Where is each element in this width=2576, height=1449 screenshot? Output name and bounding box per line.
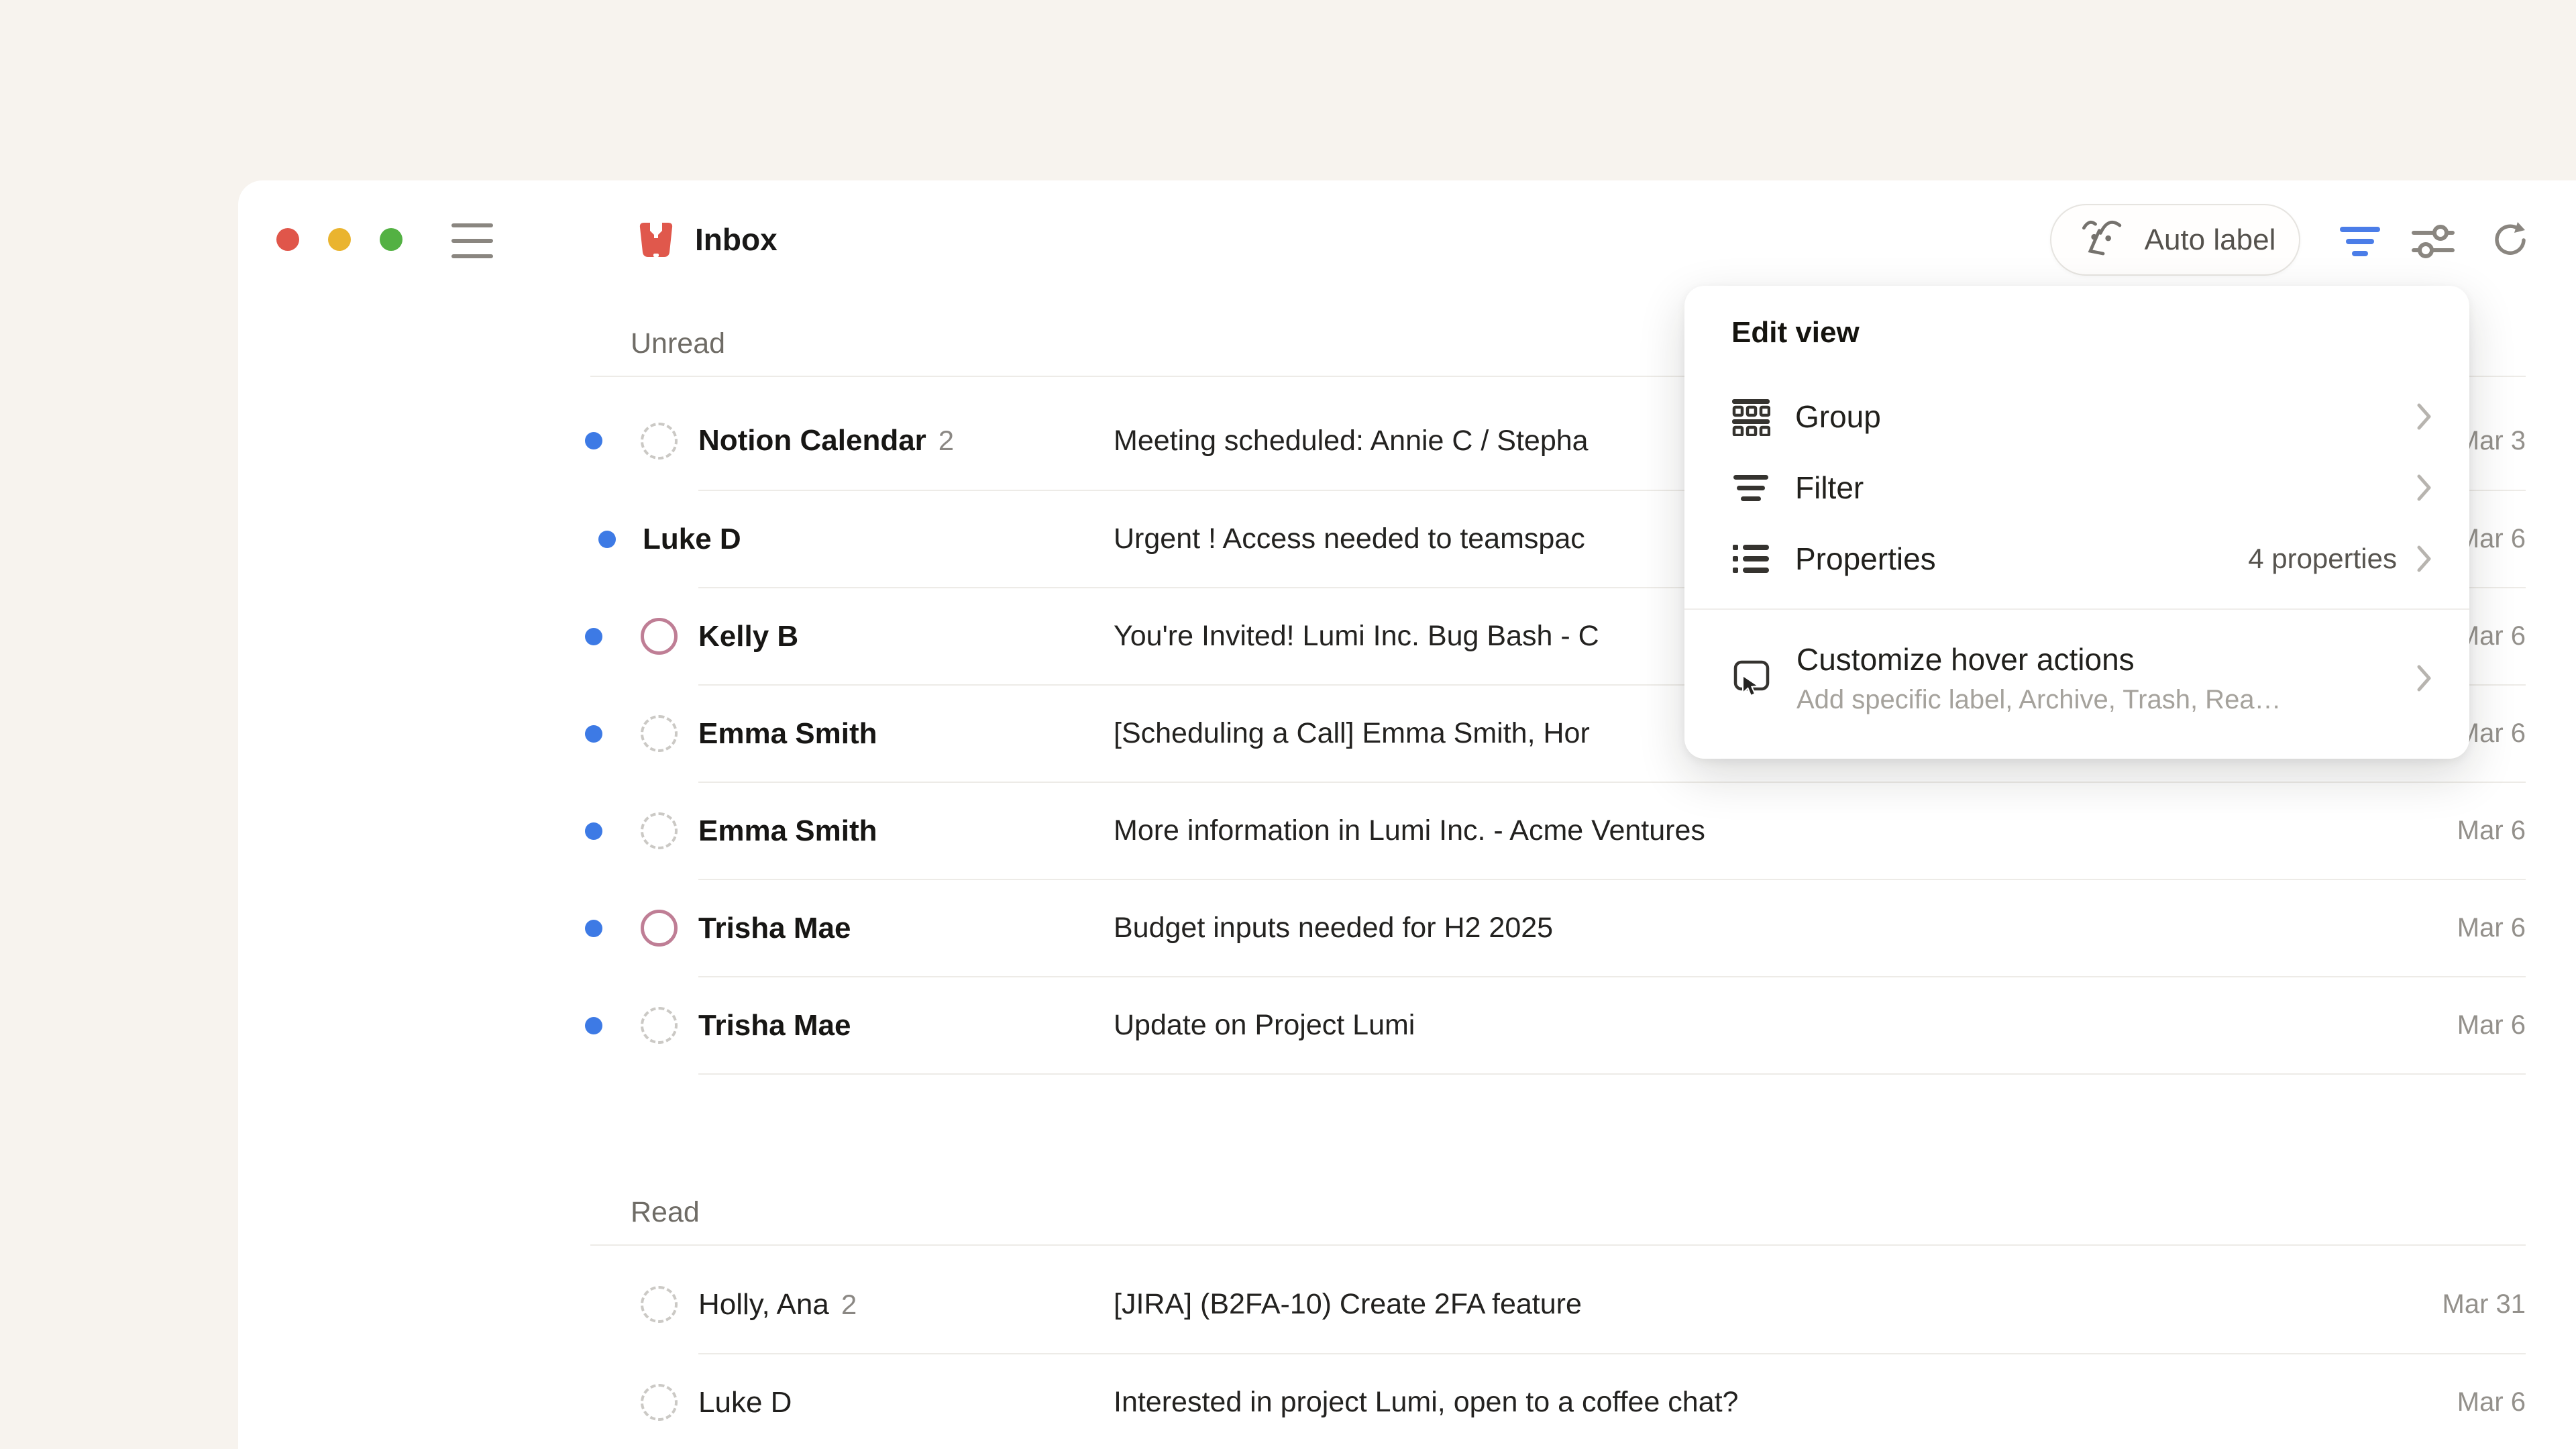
email-date: Mar 6 (2457, 913, 2526, 943)
row-divider (698, 1073, 2526, 1075)
properties-list-icon (1731, 539, 1770, 578)
avatar (641, 423, 678, 460)
inbox-icon (636, 219, 676, 260)
menu-item-label: Filter (1795, 470, 1864, 506)
avatar (641, 1007, 678, 1044)
auto-label-doodle-icon (2075, 211, 2133, 269)
tune-sliders-icon (2411, 223, 2455, 260)
menu-item-value: 4 properties (2248, 543, 2397, 575)
chevron-right-icon (2416, 402, 2433, 431)
chevron-right-icon (2416, 544, 2433, 574)
popover-title: Edit view (1731, 315, 2469, 350)
unread-dot-icon (574, 432, 614, 449)
unread-dot-icon (574, 725, 614, 743)
avatar (641, 812, 678, 849)
email-subject: [JIRA] (B2FA-10) Create 2FA feature (1114, 1288, 2416, 1321)
thread-count: 2 (938, 425, 954, 457)
menu-item-properties[interactable]: Properties 4 properties (1684, 523, 2469, 594)
minimize-window-button[interactable] (328, 228, 351, 251)
avatar (641, 1286, 678, 1323)
window-controls (276, 228, 402, 251)
email-row[interactable]: Trisha Mae Update on Project Lumi Mar 6 (238, 977, 2576, 1073)
sender-name: Notion Calendar (698, 424, 926, 458)
email-subject: Update on Project Lumi (1114, 1009, 2430, 1042)
menu-item-label: Properties (1795, 541, 1936, 577)
email-date: Mar 6 (2457, 1387, 2526, 1417)
sender-name: Holly, Ana (698, 1288, 829, 1322)
unread-dot-icon (574, 822, 614, 840)
screen: Unread Notion Calendar2 Meeting schedule… (0, 0, 2576, 1449)
sender-name: Luke D (698, 1386, 792, 1419)
avatar (641, 618, 678, 655)
inbox-header: Inbox (636, 219, 777, 260)
email-date: Mar 6 (2457, 816, 2526, 846)
filter-icon (1731, 468, 1770, 507)
sender-name: Trisha Mae (698, 912, 851, 945)
menu-item-subtitle: Add specific label, Archive, Trash, Rea… (1796, 684, 2282, 716)
email-row[interactable]: Luke D Interested in project Lumi, open … (238, 1354, 2576, 1449)
auto-label-button[interactable]: Auto label (2050, 204, 2300, 276)
menu-item-label: Customize hover actions (1796, 641, 2282, 678)
sender-name: Kelly B (698, 620, 798, 653)
section-label-read: Read (631, 1192, 2576, 1232)
cursor-box-icon (1731, 657, 1772, 700)
email-date: Mar 6 (2457, 1010, 2526, 1040)
group-icon (1731, 397, 1770, 436)
edit-view-popover: Edit view Group (1684, 286, 2469, 759)
unread-dot-icon (574, 1017, 614, 1034)
email-row[interactable]: Trisha Mae Budget inputs needed for H2 2… (238, 880, 2576, 976)
email-date: Mar 31 (2443, 1289, 2526, 1320)
avatar (641, 910, 678, 947)
avatar (641, 715, 678, 752)
avatar (641, 1384, 678, 1421)
menu-item-group[interactable]: Group (1684, 381, 2469, 452)
email-row[interactable]: Emma Smith More information in Lumi Inc.… (238, 783, 2576, 879)
chevron-right-icon (2416, 473, 2433, 502)
email-row[interactable]: Holly, Ana 2 [JIRA] (B2FA-10) Create 2FA … (238, 1246, 2576, 1353)
sender-name: Trisha Mae (698, 1009, 851, 1042)
email-subject: Interested in project Lumi, open to a co… (1114, 1386, 2430, 1419)
unread-dot-icon (587, 531, 627, 548)
unread-dot-icon (574, 628, 614, 645)
email-subject: More information in Lumi Inc. - Acme Ven… (1114, 814, 2430, 847)
auto-label-text: Auto label (2145, 223, 2276, 257)
thread-count: 2 (841, 1289, 857, 1321)
page-title: Inbox (695, 221, 777, 258)
filter-button[interactable] (2339, 227, 2381, 256)
menu-item-filter[interactable]: Filter (1684, 452, 2469, 523)
view-settings-button[interactable] (2411, 223, 2455, 264)
zoom-window-button[interactable] (380, 228, 402, 251)
sender-name: Emma Smith (698, 814, 877, 848)
email-subject: Budget inputs needed for H2 2025 (1114, 912, 2430, 945)
sender-name: Emma Smith (698, 717, 877, 751)
close-window-button[interactable] (276, 228, 299, 251)
menu-item-label: Group (1795, 398, 1881, 435)
sidebar-menu-button[interactable] (451, 223, 493, 258)
chevron-right-icon (2416, 663, 2433, 693)
sender-name: Luke D (643, 523, 741, 556)
refresh-button[interactable] (2490, 221, 2528, 262)
unread-dot-icon (574, 920, 614, 937)
menu-item-customize-hover-actions[interactable]: Customize hover actions Add specific lab… (1684, 610, 2469, 716)
refresh-icon (2490, 221, 2528, 259)
